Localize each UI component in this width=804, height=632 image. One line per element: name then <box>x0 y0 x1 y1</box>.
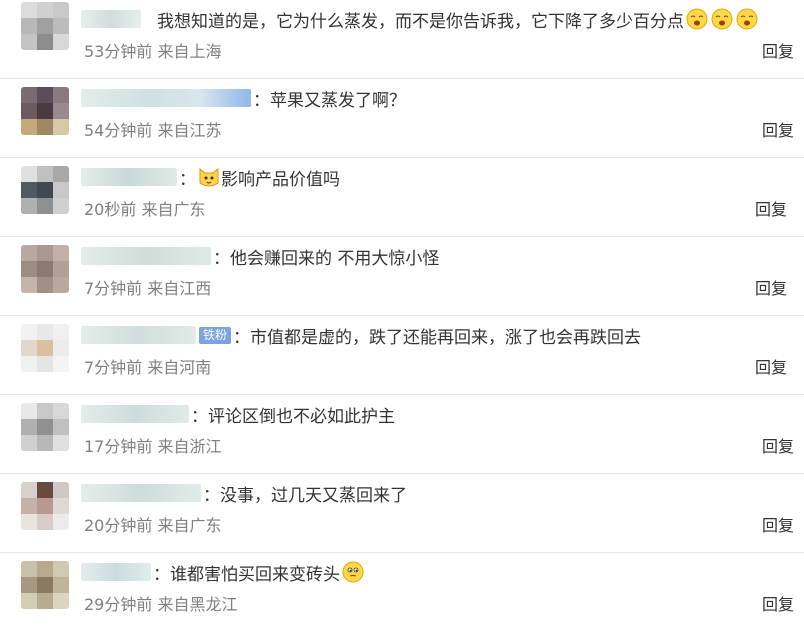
avatar[interactable] <box>21 561 69 609</box>
yawn-emoji-icon <box>686 8 708 30</box>
avatar[interactable] <box>21 166 69 214</box>
reply-button[interactable]: 回复 <box>762 591 794 615</box>
separator: ： <box>179 169 196 190</box>
comment-text: 他会赚回来的 不用大惊小怪 <box>230 248 440 269</box>
comment-item: ： 谁都害怕买回来变砖头 29分钟前 来自黑龙江 回复 <box>0 553 804 632</box>
comment-body: ： 谁都害怕买回来变砖头 <box>81 559 365 585</box>
reply-button[interactable]: 回复 <box>755 354 787 378</box>
comment-text: 评论区倒也不必如此护主 <box>208 406 395 427</box>
reply-button[interactable]: 回复 <box>755 196 787 220</box>
comment-item: ： 影响产品价值吗 20秒前 来自广东 回复 <box>0 158 804 237</box>
comment-body: 我想知道的是，它为什么蒸发，而不是你告诉我，它下降了多少百分点 <box>81 6 759 32</box>
comment-meta: 7分钟前 来自江西 <box>84 279 212 298</box>
yawn-emoji-icon <box>711 8 733 30</box>
comment-body: 铁粉 ： 市值都是虚的，跌了还能再回来，涨了也会再跌回去 <box>81 322 641 348</box>
comment-item: ： 苹果又蒸发了啊？ 54分钟前 来自江苏 回复 <box>0 79 804 158</box>
comment-meta: 54分钟前 来自江苏 <box>84 121 222 140</box>
username-blurred[interactable] <box>81 89 251 107</box>
reply-button[interactable]: 回复 <box>762 38 794 62</box>
username-blurred[interactable] <box>81 563 151 581</box>
comment-body: ： 苹果又蒸发了啊？ <box>81 85 406 111</box>
separator: ： <box>253 90 270 111</box>
comment-item: 我想知道的是，它为什么蒸发，而不是你告诉我，它下降了多少百分点 53分钟前 来自… <box>0 0 804 79</box>
comment-text: 苹果又蒸发了啊？ <box>270 90 406 111</box>
fan-badge: 铁粉 <box>199 326 232 344</box>
comment-text: 市值都是虚的，跌了还能再回来，涨了也会再跌回去 <box>250 327 642 348</box>
comment-item: 铁粉 ： 市值都是虚的，跌了还能再回来，涨了也会再跌回去 7分钟前 来自河南 回… <box>0 316 804 395</box>
comment-body: ： 评论区倒也不必如此护主 <box>81 401 395 427</box>
separator: ： <box>153 564 170 585</box>
comment-item: ： 评论区倒也不必如此护主 17分钟前 来自浙江 回复 <box>0 395 804 474</box>
comment-text: 谁都害怕买回来变砖头 <box>170 564 340 585</box>
avatar[interactable] <box>21 2 69 50</box>
comment-meta: 53分钟前 来自上海 <box>84 42 222 61</box>
comment-body: ： 没事，过几天又蒸回来了 <box>81 480 407 506</box>
comment-meta: 29分钟前 来自黑龙江 <box>84 595 238 614</box>
username-blurred[interactable] <box>81 484 201 502</box>
separator: ： <box>233 327 251 348</box>
username-blurred[interactable] <box>81 10 141 28</box>
reply-button[interactable]: 回复 <box>762 433 794 457</box>
reply-button[interactable]: 回复 <box>762 117 794 141</box>
avatar[interactable] <box>21 245 69 293</box>
comment-meta: 7分钟前 来自河南 <box>84 358 212 377</box>
reply-button[interactable]: 回复 <box>755 275 787 299</box>
comment-text: 影响产品价值吗 <box>221 169 340 190</box>
comment-list: 我想知道的是，它为什么蒸发，而不是你告诉我，它下降了多少百分点 53分钟前 来自… <box>0 0 804 623</box>
separator: ： <box>191 406 208 427</box>
comment-meta: 20分钟前 来自广东 <box>84 516 222 535</box>
comment-body: ： 他会赚回来的 不用大惊小怪 <box>81 243 439 269</box>
username-blurred[interactable] <box>81 405 189 423</box>
username-blurred[interactable] <box>81 168 177 186</box>
avatar[interactable] <box>21 403 69 451</box>
comment-item: ： 他会赚回来的 不用大惊小怪 7分钟前 来自江西 回复 <box>0 237 804 316</box>
separator: ： <box>203 485 220 506</box>
avatar[interactable] <box>21 87 69 135</box>
comment-meta: 17分钟前 来自浙江 <box>84 437 222 456</box>
comment-text: 没事，过几天又蒸回来了 <box>220 485 407 506</box>
comment-meta: 20秒前 来自广东 <box>84 200 206 219</box>
comment-text: 我想知道的是，它为什么蒸发，而不是你告诉我，它下降了多少百分点 <box>157 11 684 32</box>
thinking-emoji-icon <box>342 561 364 583</box>
separator: ： <box>213 248 230 269</box>
yawn-emoji-icon <box>736 8 758 30</box>
reply-button[interactable]: 回复 <box>762 512 794 536</box>
avatar[interactable] <box>21 482 69 530</box>
comment-body: ： 影响产品价值吗 <box>81 164 340 190</box>
username-blurred[interactable] <box>81 326 196 344</box>
avatar[interactable] <box>21 324 69 372</box>
username-blurred[interactable] <box>81 247 211 265</box>
cat-emoji-icon <box>199 167 219 187</box>
comment-item: ： 没事，过几天又蒸回来了 20分钟前 来自广东 回复 <box>0 474 804 553</box>
